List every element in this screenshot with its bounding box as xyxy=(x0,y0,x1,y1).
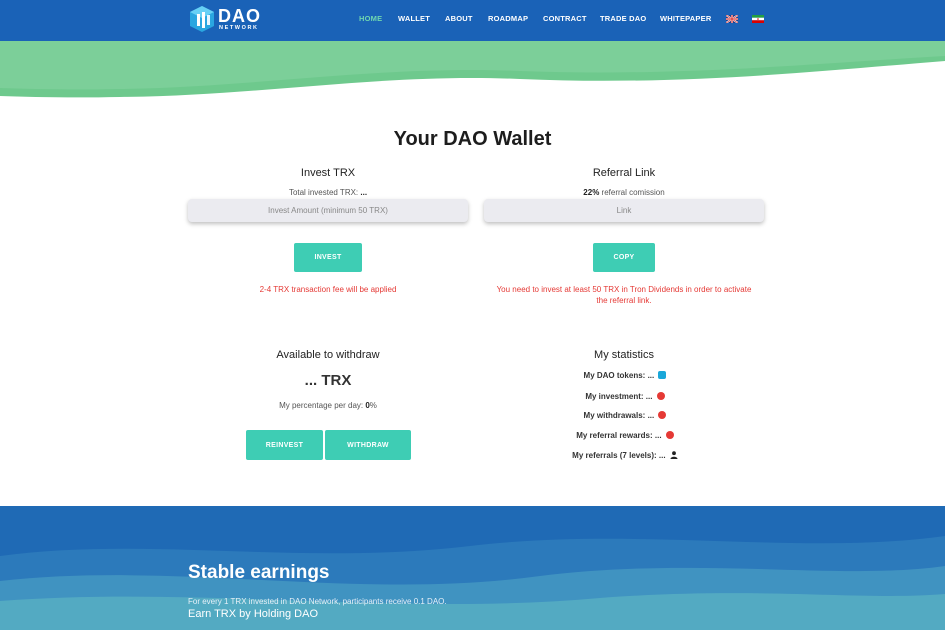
main-nav: HOME WALLET ABOUT ROADMAP CONTRACT TRADE… xyxy=(0,14,945,26)
referral-note-line-2: the referral link. xyxy=(596,296,652,305)
reinvest-button[interactable]: REINVEST xyxy=(246,430,323,460)
stat-label: My referrals (7 levels): xyxy=(572,451,657,460)
nav-about[interactable]: ABOUT xyxy=(445,14,473,23)
invest-fee-note: 2-4 TRX transaction fee will be applied xyxy=(259,285,397,294)
invest-button[interactable]: INVEST xyxy=(294,243,362,272)
stat-label: My referral rewards: xyxy=(576,431,653,440)
stat-referral-rewards: My referral rewards: ... xyxy=(520,431,730,440)
user-icon xyxy=(670,451,678,459)
tron-icon xyxy=(665,431,674,439)
referral-commission-label: referral comission xyxy=(601,188,665,197)
referral-link-input[interactable]: Link xyxy=(484,199,764,222)
stat-value: ... xyxy=(658,451,666,460)
referral-activation-note: You need to invest at least 50 TRX in Tr… xyxy=(474,284,774,306)
referral-commission-value: 22% xyxy=(583,188,600,197)
stat-value: ... xyxy=(647,371,655,380)
tron-icon xyxy=(658,411,667,419)
stat-value: ... xyxy=(647,411,655,420)
copy-button[interactable]: COPY xyxy=(593,243,655,272)
nav-home[interactable]: HOME xyxy=(359,14,382,23)
stat-value: ... xyxy=(645,392,653,401)
wallet-title: Your DAO Wallet xyxy=(393,128,552,150)
nav-whitepaper[interactable]: WHITEPAPER xyxy=(660,14,711,23)
daily-percentage: My percentage per day: 0% xyxy=(188,401,468,410)
tron-icon xyxy=(656,392,665,400)
iran-flag-icon[interactable] xyxy=(752,15,764,23)
referral-note-line-1: You need to invest at least 50 TRX in Tr… xyxy=(496,285,752,294)
dao-icon xyxy=(658,371,667,379)
total-invested-label: Total invested TRX: xyxy=(288,188,359,197)
stat-withdrawals: My withdrawals: ... xyxy=(520,411,730,420)
nav-wallet[interactable]: WALLET xyxy=(398,14,430,23)
invest-amount-input[interactable]: Invest Amount (minimum 50 TRX) xyxy=(188,199,468,222)
daily-percentage-unit: % xyxy=(369,401,377,410)
invest-heading: Invest TRX xyxy=(300,167,356,179)
footer-wave-background xyxy=(0,536,945,630)
withdraw-button[interactable]: WITHDRAW xyxy=(325,430,411,460)
decorative-wave xyxy=(0,41,945,98)
stat-label: My DAO tokens: xyxy=(583,371,646,380)
stat-referrals: My referrals (7 levels): ... xyxy=(520,451,730,460)
referral-commission: 22% referral comission xyxy=(484,188,764,197)
available-amount: ... TRX xyxy=(304,372,352,389)
nav-roadmap[interactable]: ROADMAP xyxy=(488,14,528,23)
uk-flag-icon[interactable] xyxy=(726,15,738,23)
stat-label: My withdrawals: xyxy=(583,411,646,420)
stat-value: ... xyxy=(654,431,662,440)
nav-trade-dao[interactable]: TRADE DAO xyxy=(600,14,646,23)
withdraw-heading: Available to withdraw xyxy=(276,349,380,361)
stat-dao-tokens: My DAO tokens: ... xyxy=(520,371,730,380)
footer-subtitle: Earn TRX by Holding DAO xyxy=(188,608,319,620)
statistics-heading: My statistics xyxy=(594,349,654,361)
daily-percentage-label: My percentage per day: xyxy=(279,401,364,410)
footer-title: Stable earnings xyxy=(188,562,330,583)
stable-earnings-section: Stable earnings For every 1 TRX invested… xyxy=(0,506,945,630)
referral-heading: Referral Link xyxy=(592,167,656,179)
stat-investment: My investment: ... xyxy=(520,392,730,401)
stat-label: My investment: xyxy=(585,392,644,401)
footer-description: For every 1 TRX invested in DAO Network,… xyxy=(188,597,447,606)
total-invested: Total invested TRX: ... xyxy=(188,188,468,197)
nav-contract[interactable]: CONTRACT xyxy=(543,14,587,23)
top-navbar: DAO NETWORK HOME WALLET ABOUT ROADMAP CO… xyxy=(0,0,945,41)
total-invested-value: ... xyxy=(360,188,368,197)
